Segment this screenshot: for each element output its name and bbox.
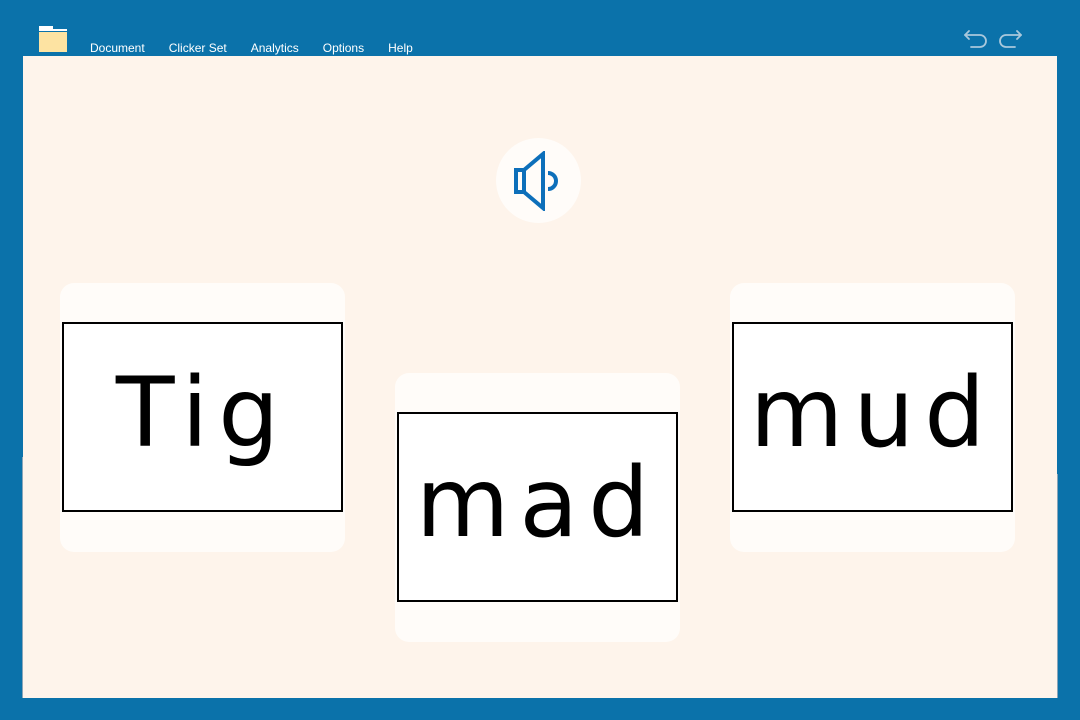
canvas-edge-right xyxy=(1057,474,1058,698)
word-card-mad[interactable]: mad xyxy=(395,373,680,642)
speaker-icon xyxy=(514,151,558,211)
play-sound-button[interactable] xyxy=(496,138,581,223)
folder-icon[interactable] xyxy=(39,26,67,52)
word-card-tig[interactable]: Tig xyxy=(60,283,345,552)
menu-bar: Document Clicker Set Analytics Options H… xyxy=(78,40,425,56)
card-word: mud xyxy=(749,357,996,469)
word-box: Tig xyxy=(62,322,343,512)
menu-analytics[interactable]: Analytics xyxy=(239,40,311,56)
word-box: mud xyxy=(732,322,1013,512)
word-box: mad xyxy=(397,412,678,602)
menu-document[interactable]: Document xyxy=(78,40,157,56)
menu-help[interactable]: Help xyxy=(376,40,425,56)
undo-icon[interactable] xyxy=(963,26,989,50)
redo-icon[interactable] xyxy=(997,26,1023,50)
menu-options[interactable]: Options xyxy=(311,40,376,56)
app-window: Document Clicker Set Analytics Options H… xyxy=(0,0,1080,720)
menu-clicker-set[interactable]: Clicker Set xyxy=(157,40,239,56)
card-word: mad xyxy=(415,447,660,559)
card-word: Tig xyxy=(115,357,290,469)
word-card-mud[interactable]: mud xyxy=(730,283,1015,552)
